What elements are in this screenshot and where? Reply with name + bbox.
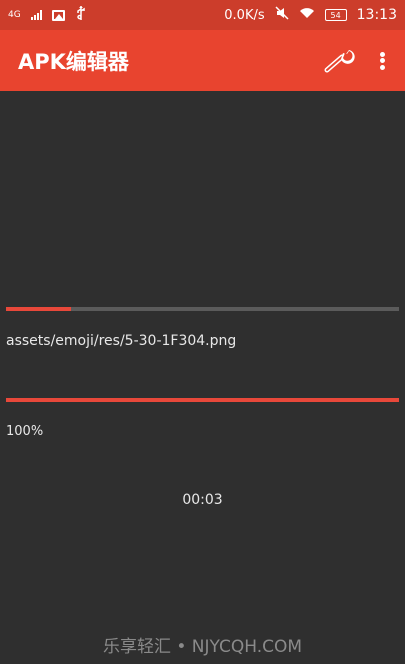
app-bar: APK编辑器 xyxy=(0,30,405,91)
mute-icon xyxy=(275,6,289,24)
progress-panel: assets/emoji/res/5-30-1F304.png 100% 00:… xyxy=(0,91,405,664)
network-speed: 0.0K/s xyxy=(224,7,265,23)
file-progress-fill xyxy=(6,307,71,311)
image-icon xyxy=(51,9,65,21)
more-vert-icon[interactable] xyxy=(377,49,387,73)
overall-progress-fill xyxy=(6,398,399,402)
network-type: 4G xyxy=(8,10,21,20)
watermark-text: 乐享轻汇 • NJYCQH.COM xyxy=(102,637,303,657)
battery-icon: 54 xyxy=(324,9,347,21)
wifi-icon xyxy=(299,7,315,23)
app-title: APK编辑器 xyxy=(18,49,129,74)
overall-progress-bar xyxy=(6,398,399,402)
file-progress-bar xyxy=(6,307,399,311)
current-file-label: assets/emoji/res/5-30-1F304.png xyxy=(6,333,237,349)
percent-label: 100% xyxy=(6,424,44,439)
usb-icon xyxy=(75,5,87,25)
status-bar: 4G 0.0K/s 54 13:13 xyxy=(0,0,405,30)
clock: 13:13 xyxy=(356,7,397,23)
wrench-icon[interactable] xyxy=(323,46,359,76)
signal-icon xyxy=(30,10,42,20)
elapsed-time: 00:03 xyxy=(182,492,223,508)
